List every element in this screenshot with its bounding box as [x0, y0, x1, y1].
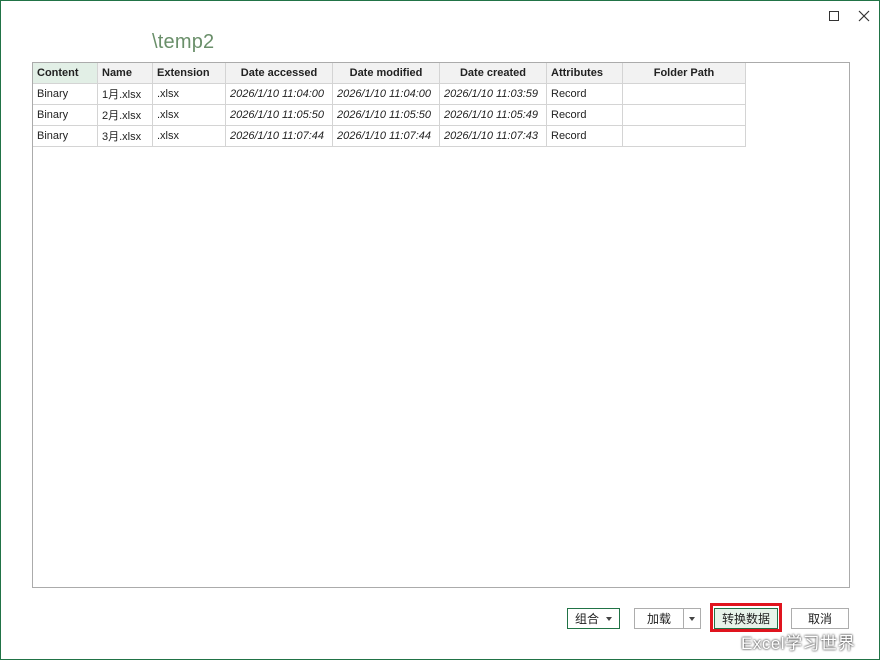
chevron-down-icon [689, 616, 695, 621]
cell-name: 2月.xlsx [97, 104, 153, 126]
cell-date-accessed: 2026/1/10 11:05:50 [225, 104, 333, 126]
cell-name: 1月.xlsx [97, 83, 153, 105]
cell-attributes[interactable]: Record [546, 83, 623, 105]
cell-date-modified: 2026/1/10 11:07:44 [332, 125, 440, 147]
transform-data-button[interactable]: 转换数据 [714, 608, 778, 629]
column-header-attributes[interactable]: Attributes [546, 63, 623, 84]
column-header-folder-path[interactable]: Folder Path [622, 63, 746, 84]
cell-date-accessed: 2026/1/10 11:04:00 [225, 83, 333, 105]
cell-date-modified: 2026/1/10 11:05:50 [332, 104, 440, 126]
transform-data-button-label: 转换数据 [721, 611, 770, 626]
column-header-content[interactable]: Content [33, 63, 98, 84]
cell-content[interactable]: Binary [33, 83, 98, 105]
load-dropdown-button[interactable] [683, 608, 701, 629]
chevron-down-icon [606, 616, 612, 621]
cell-date-created: 2026/1/10 11:05:49 [439, 104, 547, 126]
dialog-title: \temp2 [152, 31, 215, 53]
cell-extension: .xlsx [152, 125, 226, 147]
navigator-dialog: \temp2 Content Name Extension Date acces… [0, 0, 880, 660]
load-button-label: 加载 [646, 611, 671, 626]
combine-button[interactable]: 组合 [567, 608, 620, 629]
column-header-date-created[interactable]: Date created [439, 63, 547, 84]
close-icon [858, 10, 870, 22]
column-header-date-modified[interactable]: Date modified [332, 63, 440, 84]
cell-date-created: 2026/1/10 11:07:43 [439, 125, 547, 147]
cell-content[interactable]: Binary [33, 125, 98, 147]
cell-extension: .xlsx [152, 83, 226, 105]
watermark: Excel学习世界 [741, 634, 856, 653]
cell-content[interactable]: Binary [33, 104, 98, 126]
cell-extension: .xlsx [152, 104, 226, 126]
close-button[interactable] [855, 7, 873, 25]
preview-table: Content Name Extension Date accessed Dat… [33, 63, 746, 147]
table-row: Binary 2月.xlsx .xlsx 2026/1/10 11:05:50 … [33, 104, 746, 126]
cell-date-modified: 2026/1/10 11:04:00 [332, 83, 440, 105]
cell-folder-path [622, 125, 746, 147]
cell-attributes[interactable]: Record [546, 125, 623, 147]
cancel-button[interactable]: 取消 [791, 608, 849, 629]
cell-folder-path [622, 104, 746, 126]
column-header-date-accessed[interactable]: Date accessed [225, 63, 333, 84]
load-button[interactable]: 加载 [634, 608, 684, 629]
cell-attributes[interactable]: Record [546, 104, 623, 126]
table-row: Binary 1月.xlsx .xlsx 2026/1/10 11:04:00 … [33, 83, 746, 105]
cell-folder-path [622, 83, 746, 105]
table-header-row: Content Name Extension Date accessed Dat… [33, 63, 746, 84]
column-header-name[interactable]: Name [97, 63, 153, 84]
cell-date-created: 2026/1/10 11:03:59 [439, 83, 547, 105]
maximize-icon [829, 11, 839, 21]
maximize-button[interactable] [825, 7, 843, 25]
column-header-extension[interactable]: Extension [152, 63, 226, 84]
combine-button-label: 组合 [574, 611, 599, 626]
cell-name: 3月.xlsx [97, 125, 153, 147]
table-row: Binary 3月.xlsx .xlsx 2026/1/10 11:07:44 … [33, 125, 746, 147]
cancel-button-label: 取消 [807, 611, 832, 626]
preview-table-panel: Content Name Extension Date accessed Dat… [32, 62, 850, 588]
cell-date-accessed: 2026/1/10 11:07:44 [225, 125, 333, 147]
